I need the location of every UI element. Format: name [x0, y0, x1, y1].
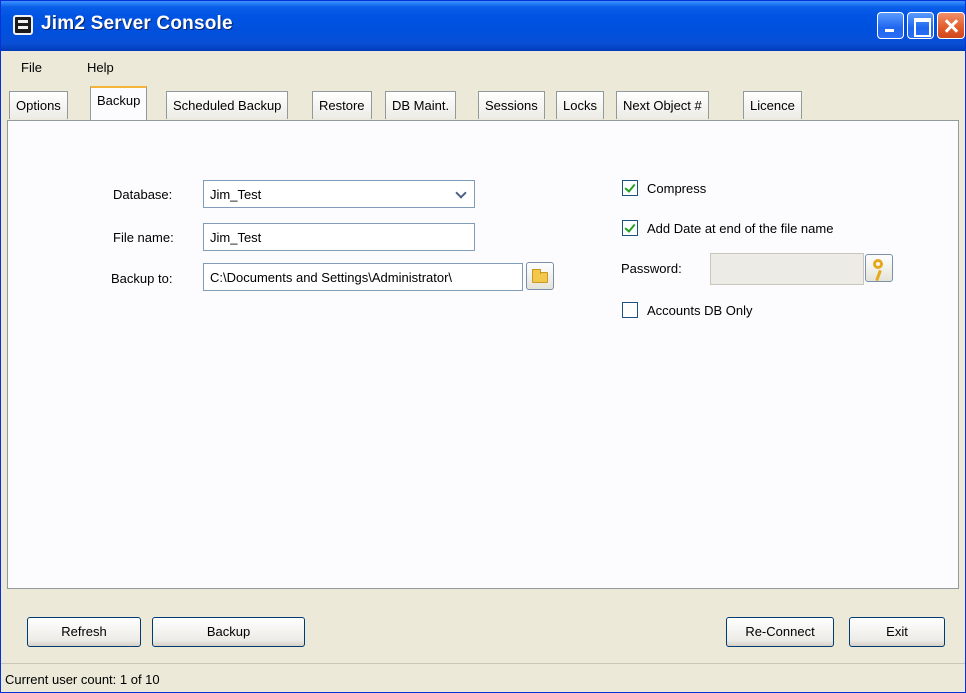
menu-file[interactable]: File	[21, 60, 42, 75]
maximize-button[interactable]	[907, 12, 934, 39]
browse-folder-button[interactable]	[526, 262, 554, 290]
add-date-checkbox[interactable]	[622, 220, 638, 236]
backup-to-input[interactable]: C:\Documents and Settings\Administrator\	[203, 263, 523, 291]
tab-locks[interactable]: Locks	[556, 91, 604, 119]
tab-scheduled-backup[interactable]: Scheduled Backup	[166, 91, 289, 119]
menu-bar: File Help	[1, 51, 965, 83]
chevron-down-icon[interactable]	[452, 185, 470, 203]
exit-button[interactable]: Exit	[849, 617, 945, 647]
tab-backup[interactable]: Backup	[90, 86, 148, 120]
status-bar: Current user count: 1 of 10	[1, 663, 965, 692]
tab-next-object[interactable]: Next Object #	[616, 91, 709, 119]
folder-icon	[532, 269, 548, 283]
compress-label: Compress	[647, 181, 707, 196]
tab-strip: Options Backup Scheduled Backup Restore …	[1, 83, 965, 121]
tab-licence[interactable]: Licence	[743, 91, 802, 119]
backup-to-label: Backup to:	[111, 271, 173, 286]
title-bar[interactable]: Jim2 Server Console	[1, 1, 965, 51]
backup-button[interactable]: Backup	[152, 617, 305, 647]
close-button[interactable]	[937, 12, 965, 39]
accounts-db-only-checkbox[interactable]	[622, 302, 638, 318]
key-icon	[873, 259, 883, 269]
app-window: Jim2 Server Console File Help Options Ba…	[0, 0, 966, 693]
add-date-label: Add Date at end of the file name	[647, 221, 834, 236]
accounts-db-only-label: Accounts DB Only	[647, 303, 753, 318]
app-icon[interactable]	[13, 15, 33, 35]
password-button[interactable]	[865, 254, 893, 282]
password-field[interactable]	[710, 253, 864, 285]
reconnect-button[interactable]: Re-Connect	[726, 617, 834, 647]
compress-checkbox[interactable]	[622, 180, 638, 196]
database-label: Database:	[113, 187, 173, 202]
filename-label: File name:	[113, 230, 174, 245]
menu-help[interactable]: Help	[87, 60, 114, 75]
filename-input[interactable]: Jim_Test	[203, 223, 475, 251]
user-count-status: Current user count: 1 of 10	[5, 672, 160, 687]
refresh-button[interactable]: Refresh	[27, 617, 141, 647]
tab-db-maint[interactable]: DB Maint.	[385, 91, 457, 119]
minimize-button[interactable]	[877, 12, 904, 39]
tab-options[interactable]: Options	[9, 91, 68, 119]
database-value: Jim_Test	[210, 187, 262, 202]
window-title: Jim2 Server Console	[41, 13, 233, 34]
tab-restore[interactable]: Restore	[312, 91, 372, 119]
tab-sessions[interactable]: Sessions	[478, 91, 545, 119]
database-dropdown[interactable]: Jim_Test	[203, 180, 475, 208]
password-label: Password:	[621, 261, 682, 276]
